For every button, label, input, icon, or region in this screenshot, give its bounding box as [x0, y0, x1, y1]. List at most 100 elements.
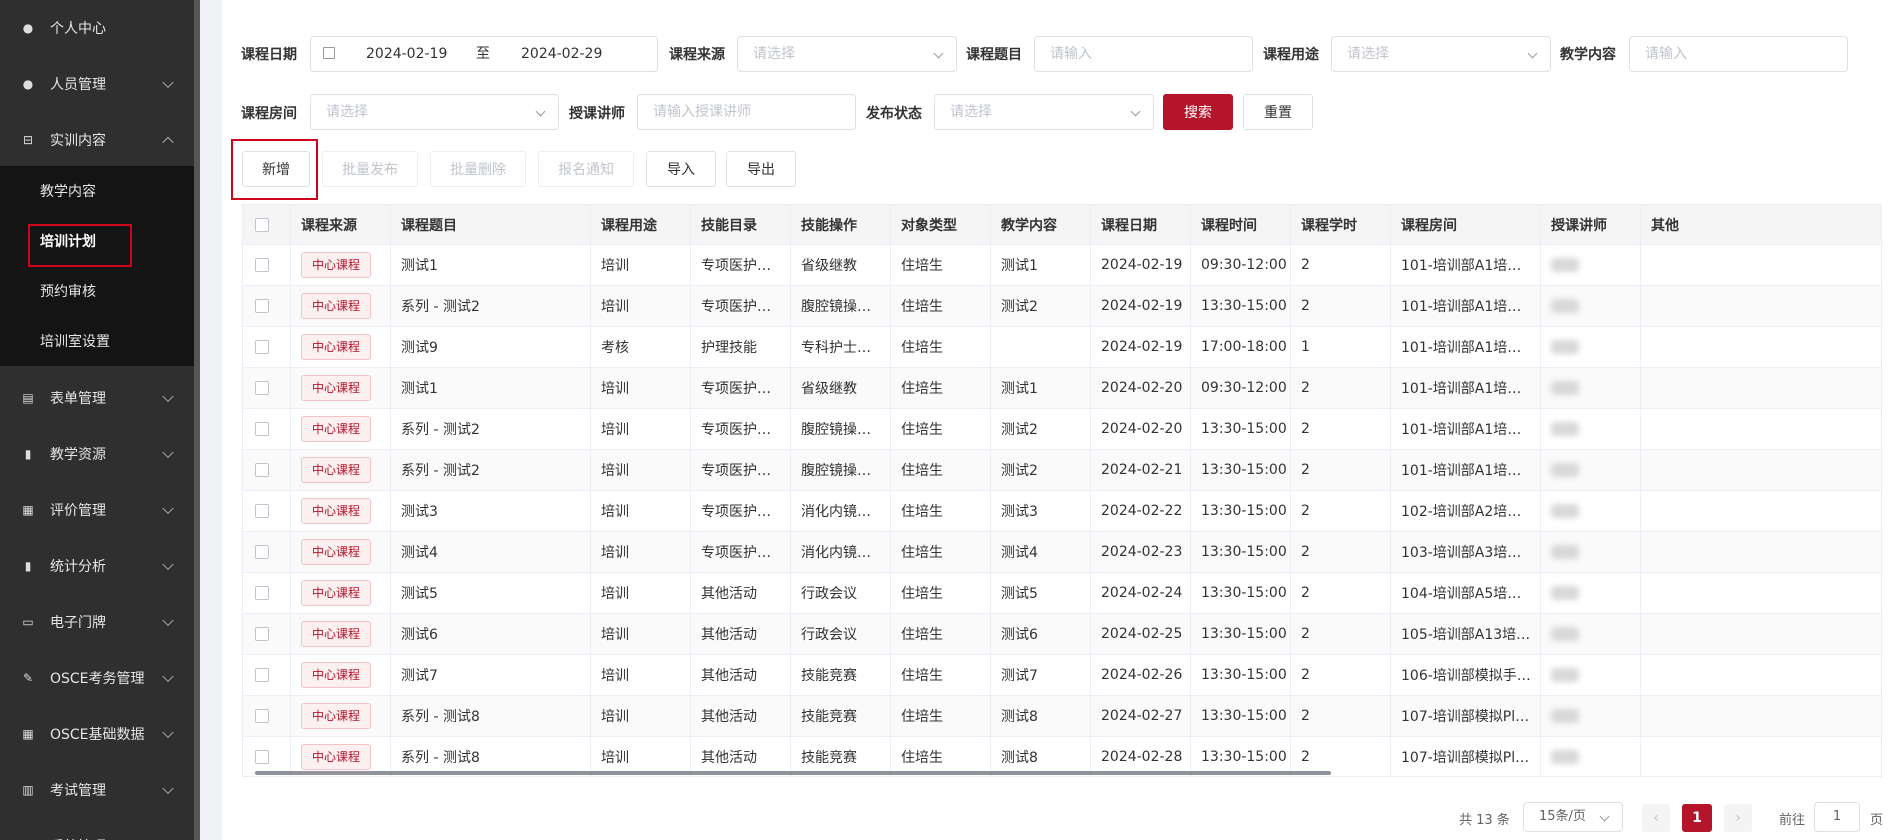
source-tag: 中心课程: [301, 375, 372, 401]
target-type-cell: 住培生: [891, 368, 991, 408]
title-cell: 系列 - 测试2: [391, 286, 591, 326]
table-row: 中心课程 系列 - 测试8 培训 其他活动 技能竞赛 住培生 测试8 2024-02-27 13…: [243, 696, 1881, 737]
submenu-item-4[interactable]: 培训室设置: [0, 316, 194, 366]
row-checkbox[interactable]: [255, 545, 269, 559]
time-cell: 09:30-12:00: [1191, 368, 1291, 408]
page-1-button[interactable]: 1: [1682, 804, 1712, 832]
search-button[interactable]: 搜索: [1163, 94, 1233, 130]
goto-page-input[interactable]: 1: [1814, 802, 1860, 832]
sidebar-item-2[interactable]: ● 人员管理: [0, 56, 194, 112]
date-cell: 2024-02-23: [1091, 532, 1191, 572]
room-cell: 101-培训部A1培…: [1391, 368, 1541, 408]
row-checkbox[interactable]: [255, 750, 269, 764]
date-end[interactable]: 2024-02-29: [521, 37, 602, 71]
title-cell: 测试5: [391, 573, 591, 613]
sidebar-item-9[interactable]: ✎ OSCE考务管理: [0, 650, 194, 706]
source-cell: 中心课程: [291, 450, 391, 490]
skill-catalog-cell: 专项医护…: [691, 532, 791, 572]
sidebar-item-8[interactable]: ▭ 电子门牌: [0, 594, 194, 650]
batch-delete-button[interactable]: 批量删除: [430, 151, 526, 187]
hours-cell: 2: [1291, 532, 1391, 572]
row-checkbox[interactable]: [255, 299, 269, 313]
date-range-picker[interactable]: 2024-02-19 至 2024-02-29: [310, 36, 658, 72]
room-cell: 105-培训部A13培…: [1391, 614, 1541, 654]
teacher-input[interactable]: 请输入授课讲师: [637, 94, 856, 130]
target-type-cell: 住培生: [891, 573, 991, 613]
submenu-item-3[interactable]: 预约审核: [0, 266, 194, 316]
select-all-checkbox[interactable]: [255, 217, 269, 232]
room-cell: 102-培训部A2培…: [1391, 491, 1541, 531]
content-input[interactable]: 请输入: [1629, 36, 1848, 72]
notify-button[interactable]: 报名通知: [538, 151, 634, 187]
row-checkbox[interactable]: [255, 381, 269, 395]
status-select[interactable]: 请选择: [934, 94, 1154, 130]
title-input[interactable]: 请输入: [1034, 36, 1253, 72]
row-checkbox[interactable]: [255, 504, 269, 518]
source-tag: 中心课程: [301, 416, 372, 442]
redacted-teacher-name: [1551, 422, 1579, 436]
page-size-select[interactable]: 15条/页: [1523, 802, 1623, 832]
sidebar-item-4[interactable]: ▤ 表单管理: [0, 370, 194, 426]
rating-icon: ▦: [22, 503, 34, 517]
row-select-cell: [243, 286, 291, 326]
teaching-content-cell: 测试8: [991, 696, 1091, 736]
room-select[interactable]: 请选择: [310, 94, 559, 130]
row-checkbox[interactable]: [255, 586, 269, 600]
room-cell: 103-培训部A3培…: [1391, 532, 1541, 572]
sidebar-item-6[interactable]: ▦ 评价管理: [0, 482, 194, 538]
sidebar-item-12[interactable]: ⚙系统管理: [0, 818, 194, 840]
table-row: 中心课程 测试1 培训 专项医护… 省级继教 住培生 测试1 2024-02-19 09:30-…: [243, 245, 1881, 286]
column-header: 技能目录: [691, 205, 791, 244]
sidebar-item-5[interactable]: ▮ 教学资源: [0, 426, 194, 482]
teacher-cell: [1541, 696, 1641, 736]
row-checkbox[interactable]: [255, 668, 269, 682]
submenu-item-1[interactable]: 教学内容: [0, 166, 194, 216]
next-page-button[interactable]: ›: [1724, 804, 1752, 832]
sidebar-item-10[interactable]: ▦ OSCE基础数据: [0, 706, 194, 762]
prev-page-button[interactable]: ‹: [1642, 804, 1670, 832]
column-header: 对象类型: [891, 205, 991, 244]
row-checkbox[interactable]: [255, 627, 269, 641]
export-button[interactable]: 导出: [726, 151, 796, 187]
column-header: 课程用途: [591, 205, 691, 244]
target-type-cell: 住培生: [891, 327, 991, 367]
add-button[interactable]: 新增: [242, 151, 310, 187]
column-header: 课程时间: [1191, 205, 1291, 244]
sidebar-item-11[interactable]: ▥ 考试管理: [0, 762, 194, 818]
skill-operation-cell: 技能竞赛: [791, 696, 891, 736]
chevron-up-icon: [162, 136, 174, 149]
skill-catalog-cell: 护理技能: [691, 327, 791, 367]
sidebar-item-7[interactable]: ▮ 统计分析: [0, 538, 194, 594]
purpose-cell: 培训: [591, 655, 691, 695]
date-start[interactable]: 2024-02-19: [366, 37, 447, 71]
teaching-content-cell: 测试4: [991, 532, 1091, 572]
table-header: 课程来源 课程题目 课程用途 技能目录 技能操作 对象类型 教学内容 课程日期 课程时间 课程学时…: [243, 205, 1881, 245]
purpose-cell: 培训: [591, 696, 691, 736]
teaching-content-cell: [991, 327, 1091, 367]
source-select[interactable]: 请选择: [737, 36, 957, 72]
purpose-cell: 培训: [591, 491, 691, 531]
row-checkbox[interactable]: [255, 463, 269, 477]
source-cell: 中心课程: [291, 655, 391, 695]
skill-catalog-cell: 其他活动: [691, 614, 791, 654]
sidebar-item-3[interactable]: ⊟ 实训内容: [0, 112, 194, 168]
horizontal-scrollbar[interactable]: [255, 771, 1331, 775]
row-checkbox[interactable]: [255, 258, 269, 272]
purpose-select[interactable]: 请选择: [1331, 36, 1551, 72]
hours-cell: 2: [1291, 655, 1391, 695]
other-cell: [1641, 286, 1881, 326]
sidebar-scrollbar[interactable]: [194, 0, 200, 840]
sidebar-item-1[interactable]: ● 个人中心: [0, 0, 194, 56]
reset-button[interactable]: 重置: [1243, 94, 1313, 130]
import-button[interactable]: 导入: [646, 151, 716, 187]
batch-publish-button[interactable]: 批量发布: [322, 151, 418, 187]
row-checkbox[interactable]: [255, 709, 269, 723]
row-checkbox[interactable]: [255, 422, 269, 436]
skill-operation-cell: 专科护士…: [791, 327, 891, 367]
date-cell: 2024-02-22: [1091, 491, 1191, 531]
redacted-teacher-name: [1551, 750, 1579, 764]
source-cell: 中心课程: [291, 491, 391, 531]
time-cell: 09:30-12:00: [1191, 245, 1291, 285]
content-label: 教学内容: [1560, 47, 1616, 63]
row-checkbox[interactable]: [255, 340, 269, 354]
